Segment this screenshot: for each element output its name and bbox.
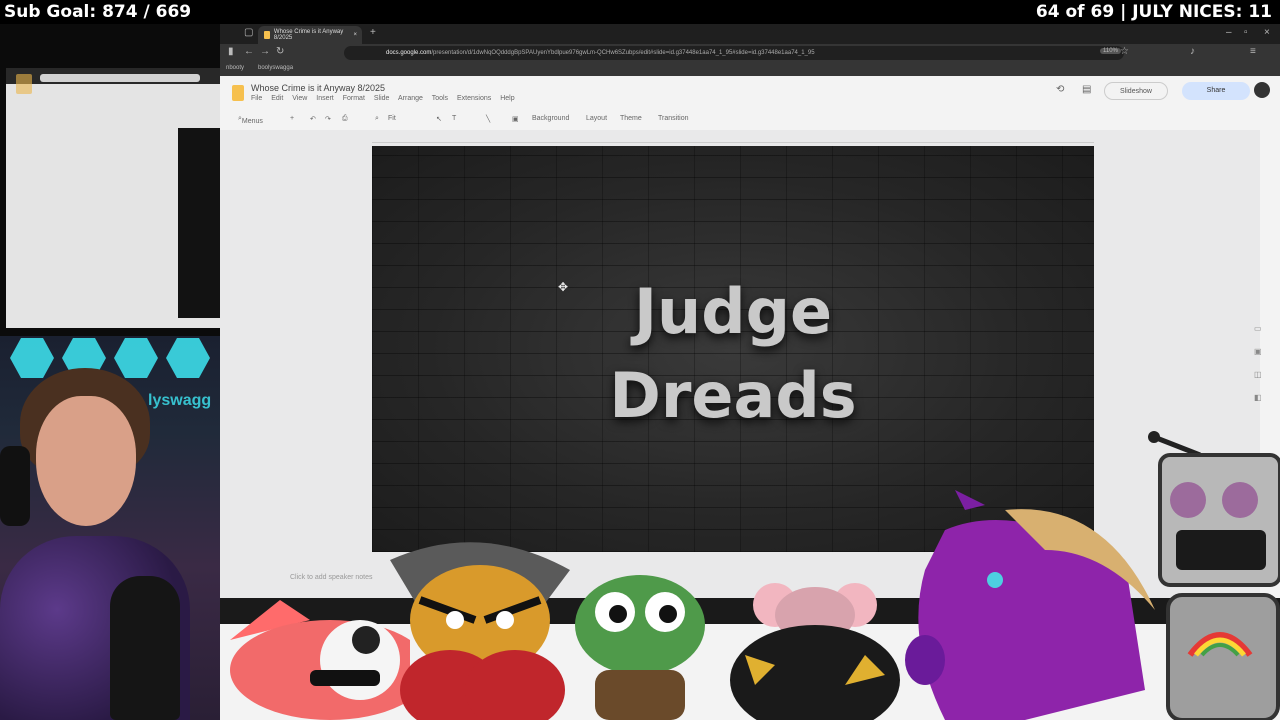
- redo-icon[interactable]: ↷: [325, 115, 331, 123]
- undo-icon[interactable]: ↶: [310, 115, 316, 123]
- tab-strip: ▢ Whose Crime is it Anyway 8/2025 × + – …: [220, 24, 1280, 44]
- slides-toolbar: ⌕ Menus + ↶ ↷ ⎙ ⌕ Fit ↖ T ╲ ▣ Background…: [220, 112, 1280, 128]
- bookmarks-bar: nbooty boolyswagga: [220, 62, 1280, 76]
- side-panel: ▭ ▣ ◫ ◧: [1254, 324, 1262, 416]
- select-tool-icon[interactable]: ↖: [436, 115, 442, 123]
- menu-insert[interactable]: Insert: [316, 95, 334, 102]
- zoom-fit-select[interactable]: Fit: [388, 115, 396, 122]
- comment-tool-icon[interactable]: ▣: [512, 115, 519, 123]
- menu-icon[interactable]: ≡: [1250, 46, 1256, 57]
- theme-button[interactable]: Theme: [620, 115, 642, 122]
- new-slide-icon[interactable]: +: [290, 115, 294, 122]
- purple-horse-icon: [905, 490, 1155, 720]
- microphone: [110, 576, 180, 720]
- url-host: docs.google.com: [386, 50, 432, 56]
- zoom-indicator[interactable]: 110%: [1100, 48, 1121, 54]
- menu-extensions[interactable]: Extensions: [457, 95, 491, 102]
- headphones: [0, 446, 30, 526]
- close-tab-icon[interactable]: ×: [353, 32, 357, 38]
- slides-logo-icon[interactable]: [232, 85, 244, 101]
- keep-icon[interactable]: ▭: [1254, 324, 1262, 333]
- contacts-icon[interactable]: ◫: [1254, 370, 1262, 379]
- menu-format[interactable]: Format: [343, 95, 365, 102]
- url-path: /presentation/d/1dwNqOQdddgBpSPAUyenYbdl…: [431, 50, 815, 56]
- close-window-icon[interactable]: ×: [1264, 27, 1270, 38]
- menu-slide[interactable]: Slide: [374, 95, 390, 102]
- menu-tools[interactable]: Tools: [432, 95, 448, 102]
- back-icon[interactable]: ←: [244, 46, 254, 57]
- new-tab-icon[interactable]: +: [370, 27, 376, 38]
- menu-edit[interactable]: Edit: [271, 95, 283, 102]
- share-button[interactable]: Share: [1182, 82, 1250, 100]
- pineapple-character-icon: [390, 542, 570, 720]
- slides-header: Whose Crime is it Anyway 8/2025 File Edi…: [220, 76, 1280, 112]
- search-menus[interactable]: ⌕ Menus: [238, 115, 263, 125]
- subs-and-nices-counter: 64 of 69 | JULY NICES: 11: [1035, 2, 1272, 22]
- bookmark-2[interactable]: boolyswagga: [258, 65, 293, 71]
- background-desktop: [0, 24, 220, 336]
- webcam-neon-sign: lyswagg: [148, 392, 212, 409]
- url-field[interactable]: docs.google.com/presentation/d/1dwNqOQdd…: [344, 46, 1124, 60]
- speaker-icon[interactable]: ♪: [1190, 46, 1195, 57]
- pepe-frog-icon: [575, 575, 705, 720]
- sidebar-icon[interactable]: ▮: [228, 46, 234, 57]
- document-title[interactable]: Whose Crime is it Anyway 8/2025: [251, 83, 385, 93]
- reload-icon[interactable]: ↻: [276, 46, 284, 57]
- sub-goal-counter: Sub Goal: 874 / 669: [4, 2, 192, 22]
- menu-arrange[interactable]: Arrange: [398, 95, 423, 102]
- transition-button[interactable]: Transition: [658, 115, 688, 122]
- menu-view[interactable]: View: [292, 95, 307, 102]
- tab-grid-icon[interactable]: ▢: [244, 27, 253, 38]
- streamer-face: [36, 396, 136, 526]
- horizontal-ruler: [372, 134, 1094, 143]
- rat-character-icon: [730, 583, 900, 720]
- tasks-icon[interactable]: ▣: [1254, 347, 1262, 356]
- menu-bar: File Edit View Insert Format Slide Arran…: [251, 95, 522, 102]
- robot-character-icon: [1148, 431, 1280, 720]
- slide-title[interactable]: Judge Dreads: [372, 270, 1094, 438]
- maps-icon[interactable]: ◧: [1254, 393, 1262, 402]
- address-bar-row: ▮ ← → ↻ docs.google.com/presentation/d/1…: [220, 44, 1280, 62]
- line-tool-icon[interactable]: ╲: [486, 115, 490, 123]
- webcam-feed: lyswagg: [0, 336, 220, 720]
- maximize-icon[interactable]: ▫: [1244, 27, 1248, 38]
- textbox-tool-icon[interactable]: T: [452, 115, 456, 122]
- bookmark-1[interactable]: nbooty: [226, 65, 244, 71]
- move-cursor-icon: ✥: [558, 280, 569, 294]
- tab-title: Whose Crime is it Anyway 8/2025: [273, 29, 344, 41]
- print-icon[interactable]: ⎙: [342, 115, 348, 123]
- minimize-icon[interactable]: –: [1226, 27, 1232, 38]
- forward-icon[interactable]: →: [260, 46, 270, 57]
- comments-icon[interactable]: ▤: [1082, 84, 1091, 95]
- version-history-icon[interactable]: ⟲: [1056, 84, 1064, 95]
- account-avatar[interactable]: [1254, 82, 1270, 98]
- layout-button[interactable]: Layout: [586, 115, 607, 122]
- menu-help[interactable]: Help: [500, 95, 514, 102]
- zoom-icon[interactable]: ⌕: [375, 115, 379, 123]
- slides-favicon: [264, 31, 270, 39]
- bookmark-star-icon[interactable]: ☆: [1120, 46, 1129, 57]
- slideshow-button[interactable]: Slideshow: [1104, 82, 1168, 100]
- tab-slides[interactable]: Whose Crime is it Anyway 8/2025 ×: [258, 26, 362, 44]
- menu-file[interactable]: File: [251, 95, 262, 102]
- background-button[interactable]: Background: [532, 115, 569, 122]
